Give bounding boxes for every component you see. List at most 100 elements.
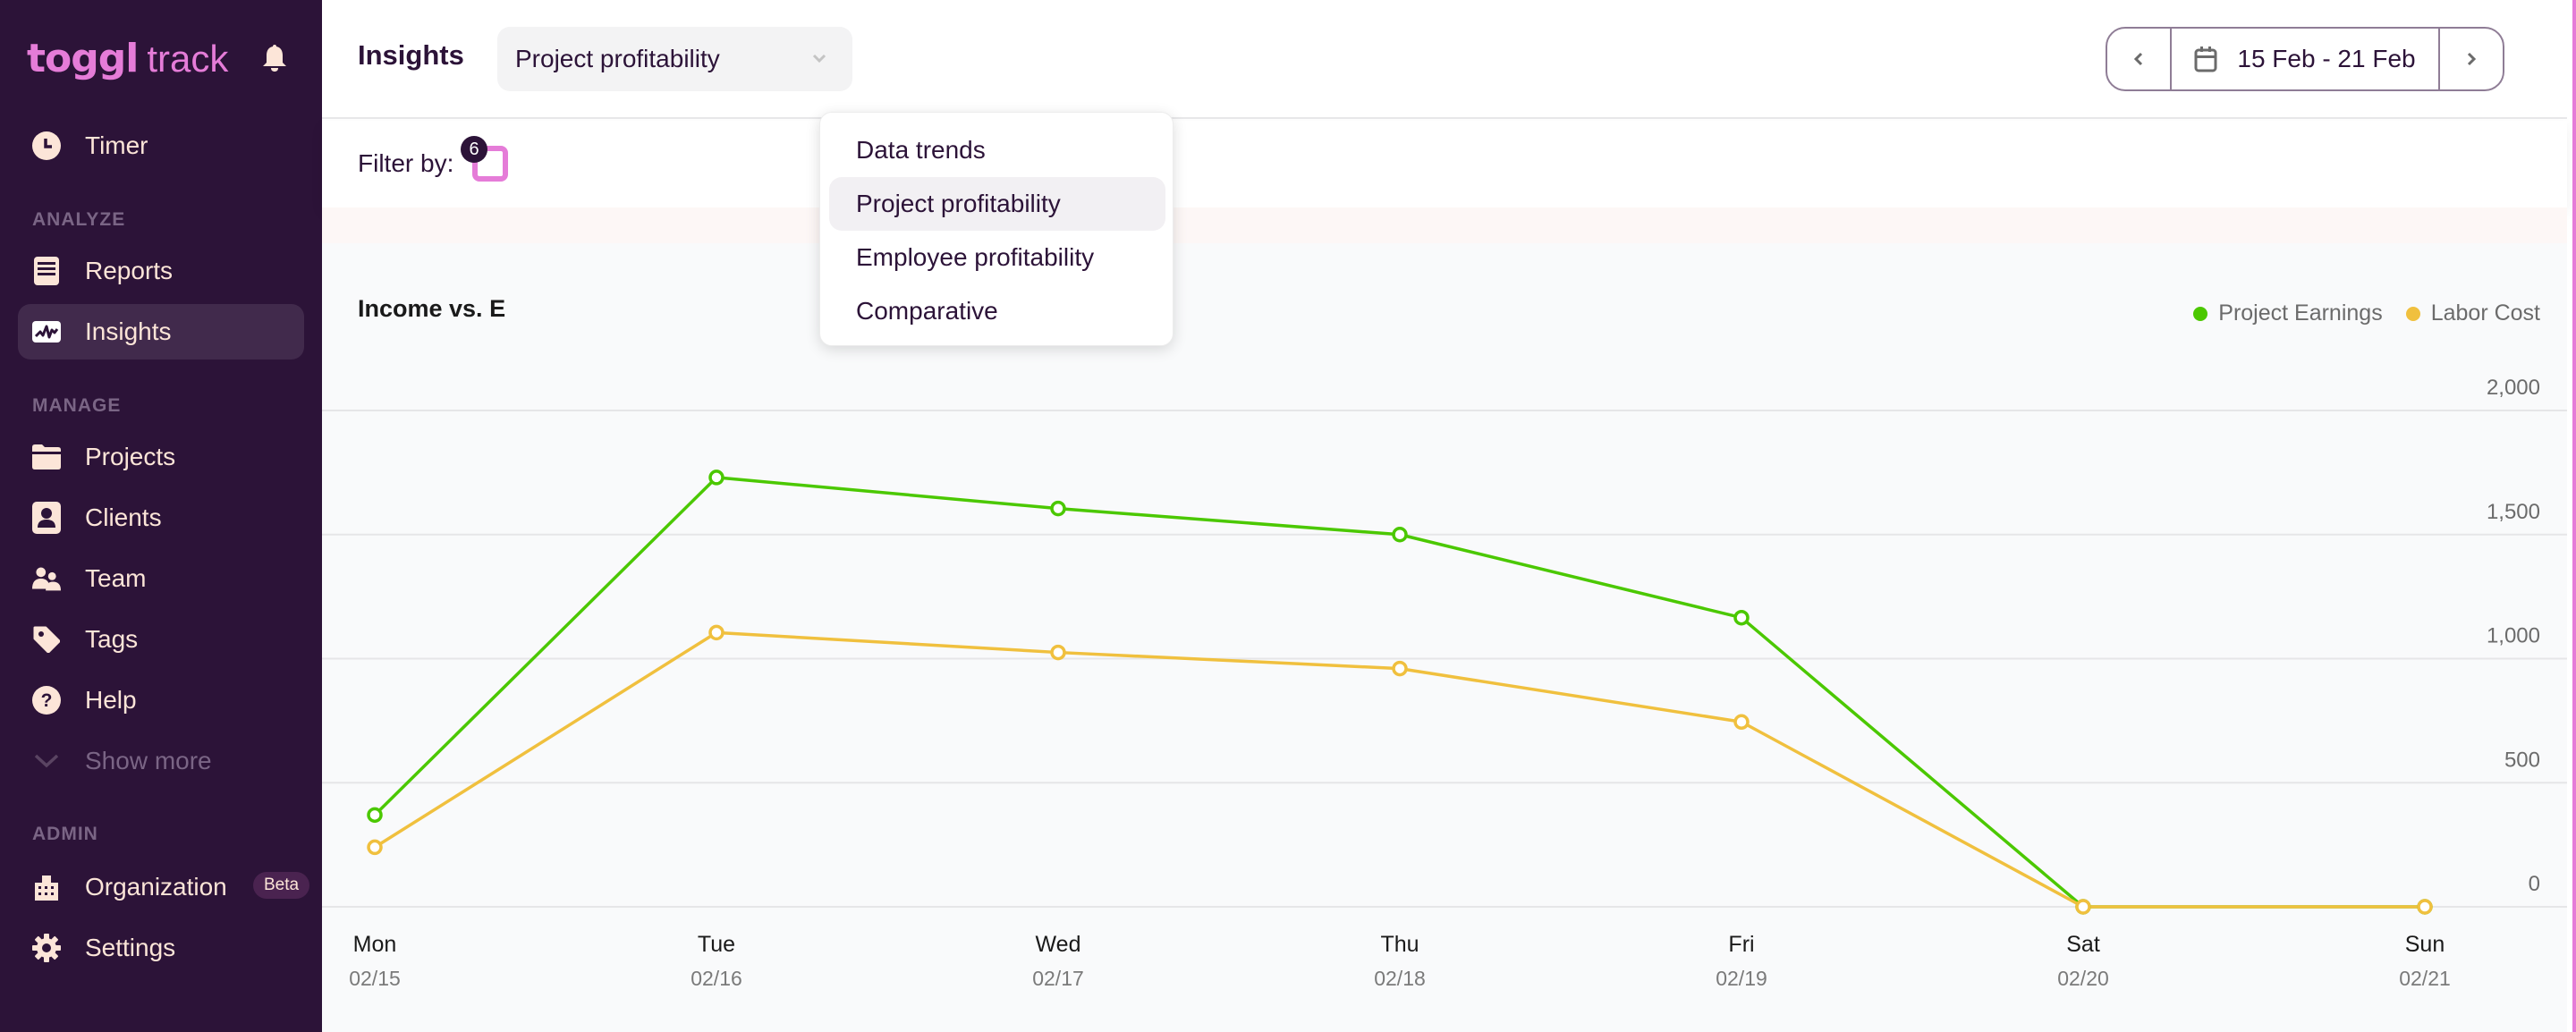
data-point-labor bbox=[2075, 899, 2091, 915]
sidebar-item-timer[interactable]: Timer bbox=[18, 118, 304, 173]
y-tick-label: 0 bbox=[2529, 872, 2540, 896]
data-point-labor bbox=[367, 839, 383, 856]
toggl-track-logo[interactable]: toggl track bbox=[27, 36, 229, 81]
tag-icon bbox=[32, 625, 61, 654]
chevron-left-icon bbox=[2133, 52, 2143, 66]
sidebar-item-team[interactable]: Team bbox=[18, 551, 304, 606]
data-point-labor bbox=[1050, 644, 1066, 661]
x-tick-date: 02/21 bbox=[2399, 967, 2451, 990]
svg-text:?: ? bbox=[41, 690, 53, 711]
x-tick-date: 02/18 bbox=[1374, 967, 1426, 990]
x-tick-date: 02/15 bbox=[349, 967, 401, 990]
sidebar-item-label: Organization bbox=[85, 873, 227, 901]
sidebar-item-label: Projects bbox=[85, 443, 176, 470]
right-edge-bar bbox=[2572, 0, 2576, 1032]
sidebar-item-settings[interactable]: Settings bbox=[18, 920, 304, 976]
sidebar-item-label: Settings bbox=[85, 934, 176, 961]
next-period-button[interactable] bbox=[2440, 29, 2503, 89]
x-tick-day: Mon bbox=[353, 932, 397, 957]
date-range-button[interactable]: 15 Feb - 21 Feb bbox=[2170, 29, 2440, 89]
sidebar-item-reports[interactable]: Reports bbox=[18, 243, 304, 299]
y-tick-label: 1,500 bbox=[2487, 500, 2540, 524]
sidebar-item-label: Help bbox=[85, 686, 137, 714]
section-manage: MANAGE bbox=[32, 395, 122, 416]
beta-badge: Beta bbox=[253, 872, 310, 899]
x-tick-day: Sat bbox=[2066, 932, 2100, 957]
logo-bold: toggl bbox=[27, 36, 139, 81]
sidebar-item-label: Insights bbox=[85, 317, 172, 345]
x-tick-date: 02/16 bbox=[691, 967, 742, 990]
dropdown-option-comparative[interactable]: Comparative bbox=[829, 284, 1165, 338]
client-icon bbox=[32, 502, 61, 534]
previous-period-button[interactable] bbox=[2107, 29, 2170, 89]
data-point-labor bbox=[2417, 899, 2433, 915]
sidebar-item-label: Reports bbox=[85, 257, 174, 284]
sidebar-item-show-more[interactable]: Show more bbox=[18, 733, 304, 789]
data-point-labor bbox=[1392, 660, 1408, 677]
sidebar-item-help[interactable]: ? Help bbox=[18, 672, 304, 728]
data-point-earnings bbox=[1392, 527, 1408, 543]
sidebar-item-projects[interactable]: Projects bbox=[18, 429, 304, 485]
sidebar-item-label: Clients bbox=[85, 503, 162, 531]
team-icon bbox=[32, 564, 61, 593]
x-tick-day: Sun bbox=[2405, 932, 2445, 957]
x-tick-date: 02/20 bbox=[2057, 967, 2109, 990]
data-point-earnings bbox=[708, 469, 724, 486]
sidebar-item-label: Team bbox=[85, 564, 147, 592]
sidebar: toggl track Timer ANALYZE Reports Insigh… bbox=[0, 0, 322, 1032]
chevron-down-icon bbox=[811, 50, 827, 66]
x-tick-date: 02/19 bbox=[1716, 967, 1767, 990]
sidebar-item-label: Timer bbox=[85, 131, 148, 159]
x-tick-date: 02/17 bbox=[1032, 967, 1084, 990]
reports-icon bbox=[32, 257, 61, 285]
help-icon: ? bbox=[32, 686, 61, 715]
y-tick-label: 2,000 bbox=[2487, 376, 2540, 400]
building-icon bbox=[32, 873, 61, 901]
chevron-right-icon bbox=[2467, 52, 2477, 66]
dropdown-option-data-trends[interactable]: Data trends bbox=[829, 123, 1165, 177]
gear-icon bbox=[32, 934, 61, 962]
section-admin: ADMIN bbox=[32, 824, 98, 844]
date-range-text: 15 Feb - 21 Feb bbox=[2237, 45, 2416, 72]
y-tick-label: 1,000 bbox=[2487, 624, 2540, 648]
sidebar-item-clients[interactable]: Clients bbox=[18, 490, 304, 546]
sidebar-item-label: Tags bbox=[85, 625, 139, 653]
data-point-labor bbox=[1733, 714, 1750, 731]
page-title: Insights bbox=[358, 39, 464, 71]
sidebar-item-tags[interactable]: Tags bbox=[18, 612, 304, 667]
x-tick-day: Fri bbox=[1728, 932, 1754, 957]
filter-label: Filter by: bbox=[358, 149, 454, 177]
chevron-down-icon bbox=[32, 747, 61, 775]
x-tick-day: Wed bbox=[1036, 932, 1081, 957]
sidebar-item-organization[interactable]: Organization Beta bbox=[18, 859, 310, 915]
filter-count-badge: 6 bbox=[461, 136, 487, 163]
line-chart: 0 500 1,000 1,500 2,000 Mon 02/15 Tue 02/16 Wed 02… bbox=[322, 376, 2567, 990]
section-analyze: ANALYZE bbox=[32, 209, 126, 230]
bell-icon[interactable] bbox=[261, 43, 288, 73]
data-point-labor bbox=[708, 624, 724, 641]
sidebar-item-insights[interactable]: Insights bbox=[18, 304, 304, 360]
sidebar-item-label: Show more bbox=[85, 747, 212, 774]
data-point-earnings bbox=[1733, 609, 1750, 626]
date-range-picker: 15 Feb - 21 Feb bbox=[2106, 27, 2504, 91]
x-tick-day: Thu bbox=[1380, 932, 1419, 957]
income-chart-card: Income vs. E Project Earnings Labor Cost… bbox=[322, 243, 2567, 1032]
main-content: Insights Project profitability 15 Feb - … bbox=[322, 0, 2567, 1032]
filter-bar: Filter by: 6 bbox=[322, 121, 2567, 207]
clock-icon bbox=[32, 131, 61, 160]
y-tick-label: 500 bbox=[2504, 748, 2540, 772]
page-header: Insights Project profitability 15 Feb - … bbox=[322, 0, 2567, 119]
logo-light: track bbox=[147, 38, 229, 80]
insights-icon bbox=[32, 317, 61, 346]
report-type-select[interactable]: Project profitability bbox=[497, 27, 852, 91]
calendar-icon bbox=[2194, 47, 2217, 72]
x-tick-day: Tue bbox=[698, 932, 735, 957]
dropdown-option-employee-profitability[interactable]: Employee profitability bbox=[829, 231, 1165, 284]
folder-icon bbox=[32, 443, 61, 471]
report-type-value: Project profitability bbox=[515, 45, 720, 72]
data-point-earnings bbox=[1050, 500, 1066, 517]
report-type-dropdown: Data trends Project profitability Employ… bbox=[819, 112, 1174, 346]
data-point-earnings bbox=[367, 807, 383, 824]
divider-band bbox=[322, 207, 2567, 243]
dropdown-option-project-profitability[interactable]: Project profitability bbox=[829, 177, 1165, 231]
